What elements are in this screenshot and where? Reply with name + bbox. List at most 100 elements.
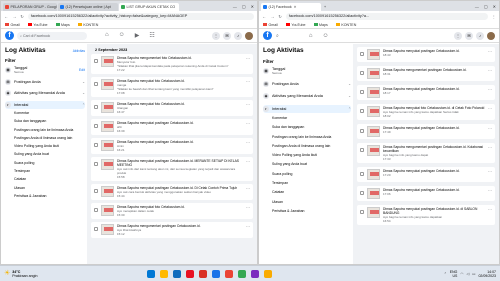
avatar[interactable] xyxy=(245,31,253,40)
post-thumbnail[interactable] xyxy=(101,186,114,197)
subitem-others-posts[interactable]: Postingan orang lain ke linimasa Anda xyxy=(14,128,85,132)
taskbar-app-icon[interactable] xyxy=(225,269,234,278)
more-options-icon[interactable]: ⋯ xyxy=(246,140,250,145)
post-thumbnail[interactable] xyxy=(101,140,114,151)
subitem-reviews[interactable]: Ulasan xyxy=(272,200,351,204)
battery-icon[interactable]: ▭ xyxy=(472,272,475,276)
post-thumbnail[interactable] xyxy=(367,87,380,98)
activity-item[interactable]: Dimas Saputra menyukai foto Cetakcustom.… xyxy=(91,100,253,116)
sidebar-item-tagged[interactable]: ◉ Aktivitas yang Menandai Anda ⌄ xyxy=(5,90,85,96)
select-checkbox[interactable] xyxy=(94,208,98,212)
friends-icon[interactable]: ☺ xyxy=(322,33,328,39)
select-checkbox[interactable] xyxy=(94,162,98,166)
subitem-others-posts[interactable]: Postingan orang lain ke linimasa Anda xyxy=(272,135,351,139)
forward-icon[interactable]: → xyxy=(270,14,274,19)
volume-icon[interactable]: ◁ xyxy=(466,272,469,276)
taskbar-app-icon[interactable] xyxy=(186,269,195,278)
activity-item[interactable]: Dimas Saputra menyukai foto Cetakcustom.… xyxy=(91,77,253,97)
activity-item[interactable]: Dimas Saputra menyukai postingan Cetakcu… xyxy=(357,124,495,139)
activity-item[interactable]: Dimas Saputra menyukai postingan Cetakcu… xyxy=(357,85,495,100)
post-thumbnail[interactable] xyxy=(367,188,380,199)
post-thumbnail[interactable] xyxy=(101,56,114,67)
activity-item[interactable]: Dimas Saputra mengomentari postingan Cet… xyxy=(357,66,495,81)
minimize-icon[interactable]: — xyxy=(233,4,237,9)
select-checkbox[interactable] xyxy=(360,210,364,214)
activity-item[interactable]: Dimas Saputra menyukai foto Cetakcustom.… xyxy=(91,203,253,219)
activity-item[interactable]: Dimas Saputra mengomentari postingan Cet… xyxy=(357,143,495,163)
bookmark-youtube[interactable]: YouTube xyxy=(27,23,48,27)
back-icon[interactable]: ← xyxy=(4,14,8,19)
search-icon[interactable]: ⌕ xyxy=(276,33,279,39)
bookmark-gmail[interactable]: Gmail xyxy=(263,23,278,27)
post-thumbnail[interactable] xyxy=(367,126,380,137)
post-thumbnail[interactable] xyxy=(367,145,380,156)
taskbar-app-icon[interactable] xyxy=(160,269,169,278)
subitem-events[interactable]: Peristiwa & Jawaban xyxy=(14,194,85,198)
sidebar-item-interactions[interactable]: ◐ Interaksi ⌃ xyxy=(5,101,85,109)
facebook-logo-icon[interactable]: f xyxy=(263,31,272,40)
facebook-logo-icon[interactable]: f xyxy=(5,31,14,40)
taskbar-app-icon[interactable] xyxy=(264,269,273,278)
maximize-icon[interactable]: ▢ xyxy=(484,4,488,9)
subitem-poll-votes[interactable]: Suara polling xyxy=(14,161,85,165)
more-options-icon[interactable]: ⋯ xyxy=(488,87,492,92)
activity-item[interactable]: Dimas Saputra mengomentari foto Cetakcus… xyxy=(91,54,253,74)
more-options-icon[interactable]: ⋯ xyxy=(246,186,250,191)
close-tab-icon[interactable]: ✕ xyxy=(294,5,297,9)
subitem-created[interactable]: Suling yang Anda buat xyxy=(14,152,85,156)
activity-item[interactable]: Dimas Saputra menyukai postingan Cetakcu… xyxy=(91,138,253,154)
date-filter[interactable]: ▦ Tanggal Semua xyxy=(263,67,351,75)
chevron-up-icon[interactable]: ⌃ xyxy=(444,272,447,276)
back-icon[interactable]: ← xyxy=(262,14,266,19)
select-checkbox[interactable] xyxy=(360,172,364,176)
wifi-icon[interactable]: ◠ xyxy=(460,272,463,276)
browser-tab[interactable]: LIST GRUP AKUN CETAK CO xyxy=(119,3,179,11)
sidebar-item-interactions[interactable]: ◐ Interaksi ⌃ xyxy=(263,105,351,113)
taskbar-app-icon[interactable] xyxy=(238,269,247,278)
post-thumbnail[interactable] xyxy=(101,79,114,90)
minimize-icon[interactable]: — xyxy=(475,4,479,9)
taskbar-app-icon[interactable] xyxy=(251,269,260,278)
browser-tab[interactable]: PELAPORAN GRUP - Googl xyxy=(3,3,57,11)
sidebar-item-posts[interactable]: ▤ Postingan Anda ⌄ xyxy=(5,79,85,85)
subitem-poll-votes[interactable]: Suara polling xyxy=(272,172,351,176)
subitem-comments[interactable]: Komentar xyxy=(272,116,351,120)
post-thumbnail[interactable] xyxy=(367,106,380,117)
select-checkbox[interactable] xyxy=(360,148,364,152)
post-thumbnail[interactable] xyxy=(101,121,114,132)
more-options-icon[interactable]: ⋯ xyxy=(488,188,492,193)
post-thumbnail[interactable] xyxy=(101,159,114,170)
subitem-reviews[interactable]: Ulasan xyxy=(14,186,85,190)
extensions-icon[interactable]: ⋮ xyxy=(492,14,496,19)
subitem-video-polls[interactable]: Video Polling yang Anda ikuti xyxy=(14,144,85,148)
subitem-your-posts[interactable]: Postingan Anda di linimasa orang lain xyxy=(272,144,351,148)
select-checkbox[interactable] xyxy=(360,129,364,133)
more-options-icon[interactable]: ⋯ xyxy=(488,68,492,73)
home-icon[interactable]: ⌂ xyxy=(309,33,313,39)
post-thumbnail[interactable] xyxy=(367,207,380,218)
clock[interactable]: 14:07 02/09/2023 xyxy=(478,270,496,278)
activity-link[interactable]: Aktivitas xyxy=(73,49,85,53)
taskbar-app-icon[interactable] xyxy=(147,269,156,278)
post-thumbnail[interactable] xyxy=(367,68,380,79)
notifications-icon[interactable]: ♪ xyxy=(234,31,242,40)
activity-item[interactable]: Dimas Saputra menyukai postingan Cetakcu… xyxy=(91,119,253,135)
select-checkbox[interactable] xyxy=(94,124,98,128)
activity-item[interactable]: Dimas Saputra menyukai foto Cetakcustom.… xyxy=(357,104,495,120)
select-checkbox[interactable] xyxy=(94,143,98,147)
bookmark-gmail[interactable]: Gmail xyxy=(5,23,20,27)
more-options-icon[interactable]: ⋯ xyxy=(246,121,250,126)
url-input[interactable]: facebook.com/100091615256322/allactivity… xyxy=(27,12,254,20)
post-thumbnail[interactable] xyxy=(367,49,380,60)
more-options-icon[interactable]: ⋯ xyxy=(246,159,250,164)
bookmark-youtube[interactable]: YouTube xyxy=(285,23,306,27)
more-options-icon[interactable]: ⋯ xyxy=(488,49,492,54)
messenger-icon[interactable]: ✉ xyxy=(465,31,473,40)
select-checkbox[interactable] xyxy=(360,90,364,94)
activity-item[interactable]: Dimas Saputra menyukai postingan Cetakcu… xyxy=(357,205,495,225)
notifications-icon[interactable]: ♪ xyxy=(476,31,484,40)
more-options-icon[interactable]: ⋯ xyxy=(488,169,492,174)
groups-icon[interactable]: ☷ xyxy=(149,32,154,39)
select-checkbox[interactable] xyxy=(360,109,364,113)
subitem-created[interactable]: Suling yang Anda buat xyxy=(272,162,351,166)
